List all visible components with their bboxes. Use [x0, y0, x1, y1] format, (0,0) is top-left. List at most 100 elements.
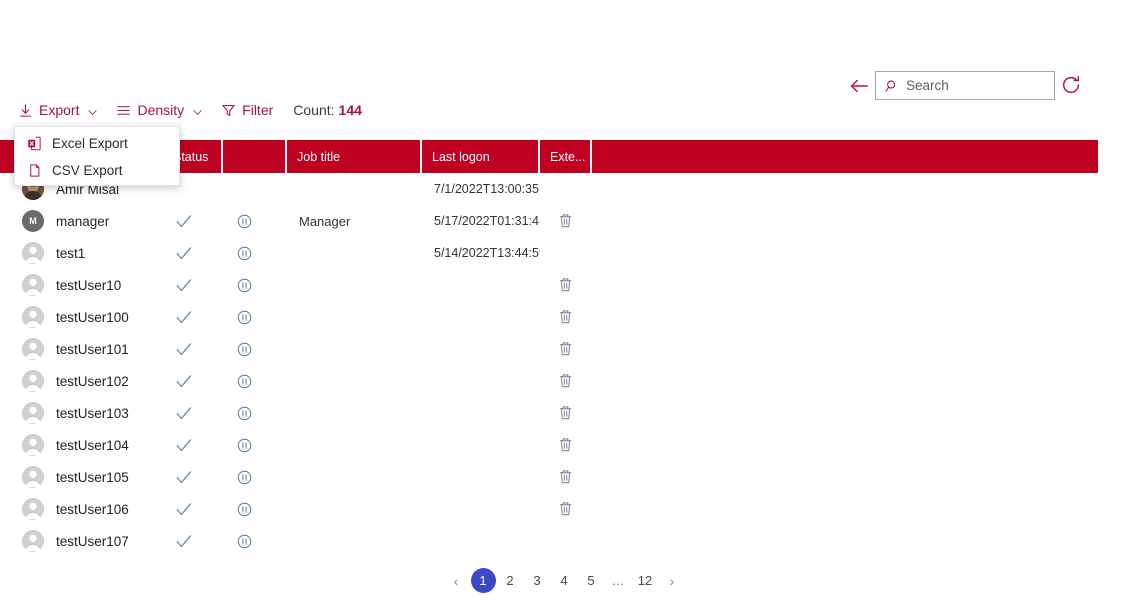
refresh-icon[interactable] — [1060, 74, 1082, 96]
pagination-page-5[interactable]: 5 — [579, 568, 604, 593]
search-icon — [885, 79, 899, 93]
delete-icon[interactable] — [558, 213, 573, 230]
table-row[interactable]: testUser106 — [0, 493, 1098, 525]
delete-icon[interactable] — [558, 341, 573, 358]
pagination-next[interactable]: › — [660, 568, 685, 593]
grid-header-cell-job[interactable]: Job title — [287, 140, 422, 173]
cell-actions — [540, 301, 592, 333]
menu-item-csv-export[interactable]: CSV Export — [15, 157, 179, 184]
cell-lockout — [223, 173, 287, 205]
check-icon — [175, 309, 192, 326]
user-name: testUser102 — [56, 373, 129, 389]
check-icon — [175, 501, 192, 518]
cell-actions — [540, 429, 592, 461]
cell-job-title — [287, 461, 422, 493]
table-row[interactable]: testUser104 — [0, 429, 1098, 461]
cell-lockout — [223, 525, 287, 557]
cell-status — [163, 365, 223, 397]
pause-circle-icon[interactable] — [237, 246, 252, 261]
cell-last-logon: 5/17/2022T01:31:41 — [434, 214, 540, 228]
grid-header-cell-last[interactable]: Last logon — [422, 140, 540, 173]
pagination-page-2[interactable]: 2 — [498, 568, 523, 593]
pause-circle-icon[interactable] — [237, 502, 252, 517]
pagination-page-1[interactable]: 1 — [470, 568, 496, 593]
pagination-page-4[interactable]: 4 — [552, 568, 577, 593]
delete-icon[interactable] — [558, 437, 573, 454]
export-label: Export — [39, 102, 80, 118]
cell-actions — [540, 237, 592, 269]
table-row[interactable]: test1 5/14/2022T13:44:59 — [0, 237, 1098, 269]
avatar — [22, 306, 44, 328]
table-row[interactable]: testUser10 — [0, 269, 1098, 301]
user-name: testUser103 — [56, 405, 129, 421]
table-row[interactable]: testUser100 — [0, 301, 1098, 333]
pause-circle-icon[interactable] — [237, 406, 252, 421]
export-button[interactable]: Export — [18, 98, 98, 122]
delete-icon[interactable] — [558, 469, 573, 486]
user-name: manager — [56, 213, 110, 229]
table-row[interactable]: testUser105 — [0, 461, 1098, 493]
cell-status — [163, 333, 223, 365]
cell-actions — [540, 493, 592, 525]
pause-circle-icon[interactable] — [237, 534, 252, 549]
check-icon — [175, 245, 192, 262]
cell-status — [163, 525, 223, 557]
pagination-prev[interactable]: ‹ — [444, 568, 469, 593]
cell-user: testUser106 — [0, 493, 163, 525]
grid-header-label: Last logon — [432, 149, 490, 164]
csv-file-icon — [27, 163, 42, 178]
cell-empty — [592, 365, 1098, 397]
grid-header-cell-blank2[interactable] — [223, 140, 287, 173]
cell-lockout — [223, 237, 287, 269]
pause-circle-icon[interactable] — [237, 470, 252, 485]
back-arrow-icon[interactable] — [848, 75, 870, 95]
delete-icon[interactable] — [558, 501, 573, 518]
cell-lockout — [223, 461, 287, 493]
cell-user: testUser101 — [0, 333, 163, 365]
search-box[interactable] — [875, 71, 1055, 100]
check-icon — [175, 405, 192, 422]
delete-icon[interactable] — [558, 373, 573, 390]
grid-header-cell-rest[interactable] — [592, 140, 1098, 173]
cell-empty — [592, 269, 1098, 301]
cell-user: testUser107 — [0, 525, 163, 557]
avatar — [22, 498, 44, 520]
search-input[interactable] — [906, 74, 1046, 97]
table-row[interactable]: Mmanager Manager 5/17/2022T01:31:41 — [0, 205, 1098, 237]
pagination-page-12[interactable]: 12 — [633, 568, 658, 593]
cell-job-title — [287, 269, 422, 301]
check-icon — [175, 341, 192, 358]
density-label: Density — [137, 102, 185, 118]
filter-button[interactable]: Filter — [221, 98, 273, 122]
grid-header-cell-ext[interactable]: Exte... — [540, 140, 592, 173]
cell-status — [163, 493, 223, 525]
table-row[interactable]: testUser102 — [0, 365, 1098, 397]
density-button[interactable]: Density — [116, 98, 203, 122]
table-row[interactable]: testUser103 — [0, 397, 1098, 429]
avatar — [22, 434, 44, 456]
cell-user: Mmanager — [0, 205, 163, 237]
pause-circle-icon[interactable] — [237, 374, 252, 389]
pagination-page-3[interactable]: 3 — [525, 568, 550, 593]
grid-header-label: Job title — [297, 149, 341, 164]
cell-job-title — [287, 365, 422, 397]
menu-item-excel-export[interactable]: Excel Export — [15, 130, 179, 157]
pause-circle-icon[interactable] — [237, 310, 252, 325]
cell-empty — [592, 525, 1098, 557]
delete-icon[interactable] — [558, 277, 573, 294]
cell-actions — [540, 365, 592, 397]
excel-file-icon — [27, 136, 42, 151]
cell-actions — [540, 333, 592, 365]
delete-icon[interactable] — [558, 405, 573, 422]
pause-circle-icon[interactable] — [237, 278, 252, 293]
table-row[interactable]: testUser101 — [0, 333, 1098, 365]
cell-status — [163, 301, 223, 333]
cell-last-logon — [422, 365, 540, 397]
cell-empty — [592, 493, 1098, 525]
pause-circle-icon[interactable] — [237, 342, 252, 357]
table-row[interactable]: testUser107 — [0, 525, 1098, 557]
delete-icon[interactable] — [558, 309, 573, 326]
cell-status — [163, 269, 223, 301]
pause-circle-icon[interactable] — [237, 438, 252, 453]
pause-circle-icon[interactable] — [237, 214, 252, 229]
